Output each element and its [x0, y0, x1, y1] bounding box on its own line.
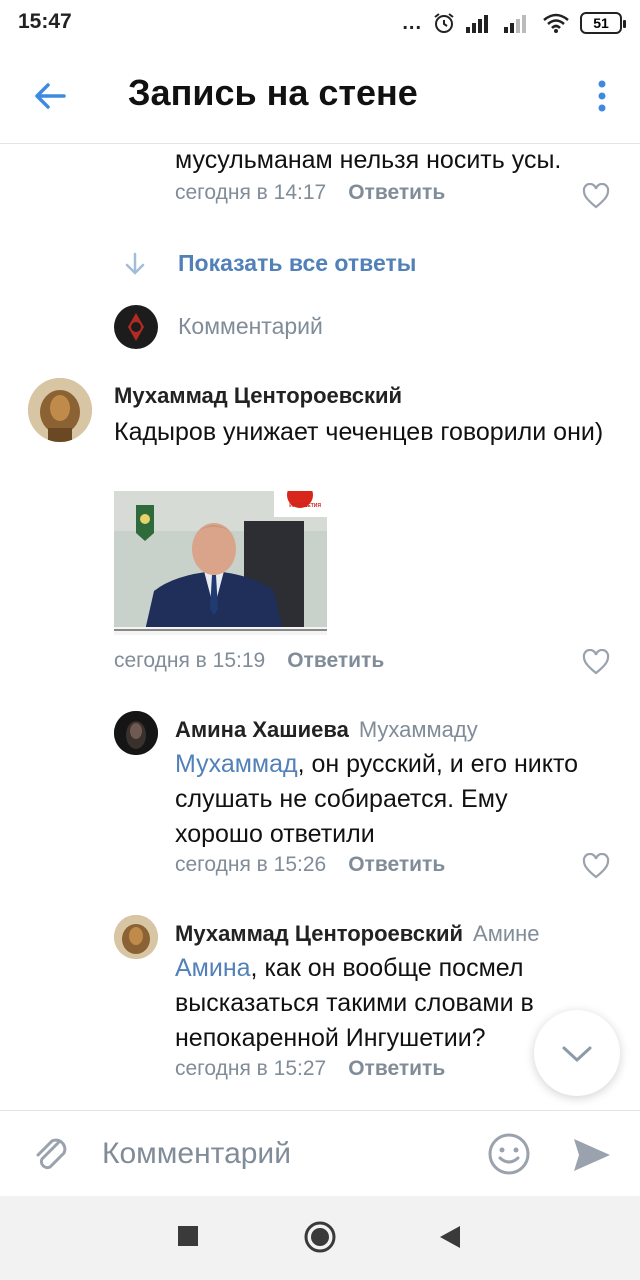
notification-dots: ...: [402, 11, 422, 34]
system-nav-bar: [0, 1196, 640, 1280]
more-options-icon[interactable]: [590, 76, 614, 116]
like-heart-icon[interactable]: [582, 649, 610, 675]
comment-composer: Комментарий: [0, 1110, 640, 1196]
mention-link[interactable]: Амина: [175, 954, 251, 982]
reply-button[interactable]: Ответить: [348, 1057, 445, 1081]
page-title: Запись на стене: [128, 72, 418, 113]
arrow-down-icon: [125, 252, 145, 275]
send-icon[interactable]: [570, 1133, 614, 1177]
reply-button[interactable]: Ответить: [287, 649, 384, 673]
avatar[interactable]: [114, 711, 158, 755]
mention-link[interactable]: Мухаммад: [175, 750, 298, 778]
home-icon[interactable]: [303, 1220, 337, 1254]
chevron-down-icon: [562, 1046, 592, 1062]
reply-to[interactable]: Амине: [473, 921, 539, 946]
back-nav-icon[interactable]: [438, 1224, 462, 1250]
like-heart-icon[interactable]: [582, 853, 610, 879]
show-all-replies-link[interactable]: Показать все ответы: [178, 250, 416, 277]
photo-badge: ИНГУШЕТИЯ: [289, 503, 321, 509]
signal-icon-2: [504, 15, 526, 33]
signal-icon: [466, 15, 488, 33]
wifi-icon: [543, 13, 569, 33]
comments-feed[interactable]: мусульманам нельзя носить усы. сегодня в…: [0, 145, 640, 1110]
alarm-icon: [434, 13, 454, 33]
status-bar: 15:47 ... 51: [0, 0, 640, 48]
emoji-icon[interactable]: [486, 1131, 532, 1177]
reply-to[interactable]: Мухаммаду: [359, 717, 478, 742]
comment-text: Мухаммад, он русский, и его никто слушат…: [175, 747, 595, 852]
status-time: 15:47: [18, 10, 72, 33]
reply-header: Амина Хашиева Мухаммаду: [175, 717, 478, 743]
reply-header: Мухаммад Центороевский Амине: [175, 921, 540, 947]
battery-icon: 51: [580, 12, 626, 34]
status-icons: ... 51: [402, 10, 626, 36]
comment-meta: сегодня в 15:26 Ответить: [175, 853, 445, 877]
avatar: [114, 305, 158, 349]
comment-text: Амина, как он вообще посмел высказаться …: [175, 951, 595, 1056]
comment-time: сегодня в 14:17: [175, 181, 327, 204]
comment-meta: сегодня в 14:17 Ответить: [175, 181, 445, 205]
avatar[interactable]: [28, 378, 92, 442]
comment-time: сегодня в 15:19: [114, 649, 266, 672]
comment-author[interactable]: Амина Хашиева: [175, 717, 349, 742]
scroll-down-button[interactable]: [534, 1010, 620, 1096]
like-heart-icon[interactable]: [582, 183, 610, 209]
reply-button[interactable]: Ответить: [348, 181, 445, 205]
comment-time: сегодня в 15:26: [175, 853, 327, 876]
recents-icon[interactable]: [176, 1224, 200, 1248]
back-arrow-icon[interactable]: [28, 74, 72, 118]
comment-meta: сегодня в 15:27 Ответить: [175, 1057, 445, 1081]
comment-author[interactable]: Мухаммад Центороевский: [114, 383, 402, 409]
partial-reply: мусульманам нельзя носить усы.: [175, 145, 615, 178]
comment-text: мусульманам нельзя носить усы.: [175, 146, 562, 174]
attach-icon[interactable]: [28, 1131, 74, 1177]
comment-text: Кадыров унижает чеченцев говорили они): [114, 418, 604, 446]
comment-input[interactable]: Комментарий: [102, 1137, 291, 1171]
reply-button[interactable]: Ответить: [348, 853, 445, 877]
comment-time: сегодня в 15:27: [175, 1057, 327, 1080]
comment-author[interactable]: Мухаммад Центороевский: [175, 921, 463, 946]
comment-photo[interactable]: ИНГУШЕТИЯ: [114, 491, 327, 635]
app-header: Запись на стене: [0, 48, 640, 144]
comment-meta: сегодня в 15:19 Ответить: [114, 649, 384, 673]
reply-input[interactable]: Комментарий: [178, 313, 323, 340]
avatar[interactable]: [114, 915, 158, 959]
